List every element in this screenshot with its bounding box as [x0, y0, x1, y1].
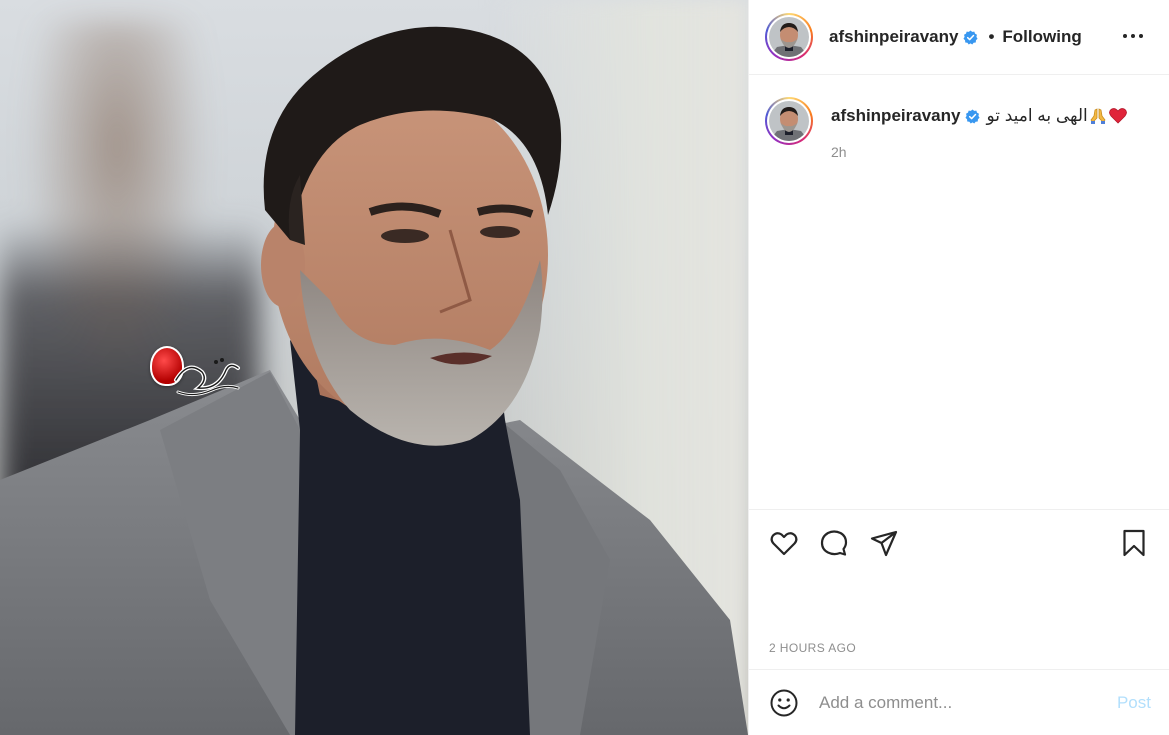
caption-body: afshinpeiravany الهی به امید تو 2h — [831, 97, 1128, 163]
post-header: afshinpeiravany • Following — [749, 0, 1169, 75]
folded-hands-icon — [1090, 108, 1106, 124]
header-username[interactable]: afshinpeiravany — [829, 27, 958, 47]
verified-badge-icon — [963, 29, 978, 45]
post-meta: 2 HOURS AGO — [749, 573, 1169, 669]
add-comment-bar: Post — [749, 669, 1169, 735]
caption-avatar[interactable] — [765, 97, 813, 145]
action-bar — [749, 509, 1169, 573]
caption-avatar-photo — [769, 101, 809, 141]
post-comment-button[interactable]: Post — [1117, 693, 1151, 713]
caption-comment: afshinpeiravany الهی به امید تو 2h — [765, 97, 1153, 163]
save-icon[interactable] — [1119, 528, 1149, 558]
comment-icon[interactable] — [819, 528, 849, 558]
more-options-icon[interactable] — [1121, 26, 1145, 46]
share-icon[interactable] — [869, 528, 899, 558]
instagram-post-modal: afshinpeiravany • Following afshinpeirav… — [0, 0, 1169, 735]
red-heart-icon — [1108, 108, 1127, 124]
watermark-script-icon — [174, 358, 240, 397]
comment-input[interactable] — [819, 692, 1117, 713]
caption-line: afshinpeiravany الهی به امید تو — [831, 105, 1128, 127]
header-user-row: afshinpeiravany • Following — [829, 27, 1082, 47]
posted-time[interactable]: 2 HOURS AGO — [769, 641, 856, 655]
caption-text: الهی به امید تو — [986, 106, 1088, 125]
separator-dot: • — [988, 27, 995, 46]
emoji-smiley-icon[interactable] — [769, 688, 799, 718]
like-icon[interactable] — [769, 528, 799, 558]
avatar-photo — [769, 17, 809, 57]
following-button[interactable]: Following — [1002, 27, 1081, 47]
caption-time[interactable]: 2h — [831, 141, 1128, 163]
verified-badge-icon — [965, 108, 980, 124]
post-side-panel: afshinpeiravany • Following afshinpeirav… — [748, 0, 1169, 735]
comments-area: afshinpeiravany الهی به امید تو 2h — [749, 75, 1169, 509]
man-portrait — [0, 26, 748, 735]
caption-username[interactable]: afshinpeiravany — [831, 105, 960, 127]
avatar[interactable] — [765, 13, 813, 61]
post-photo[interactable] — [0, 0, 748, 735]
